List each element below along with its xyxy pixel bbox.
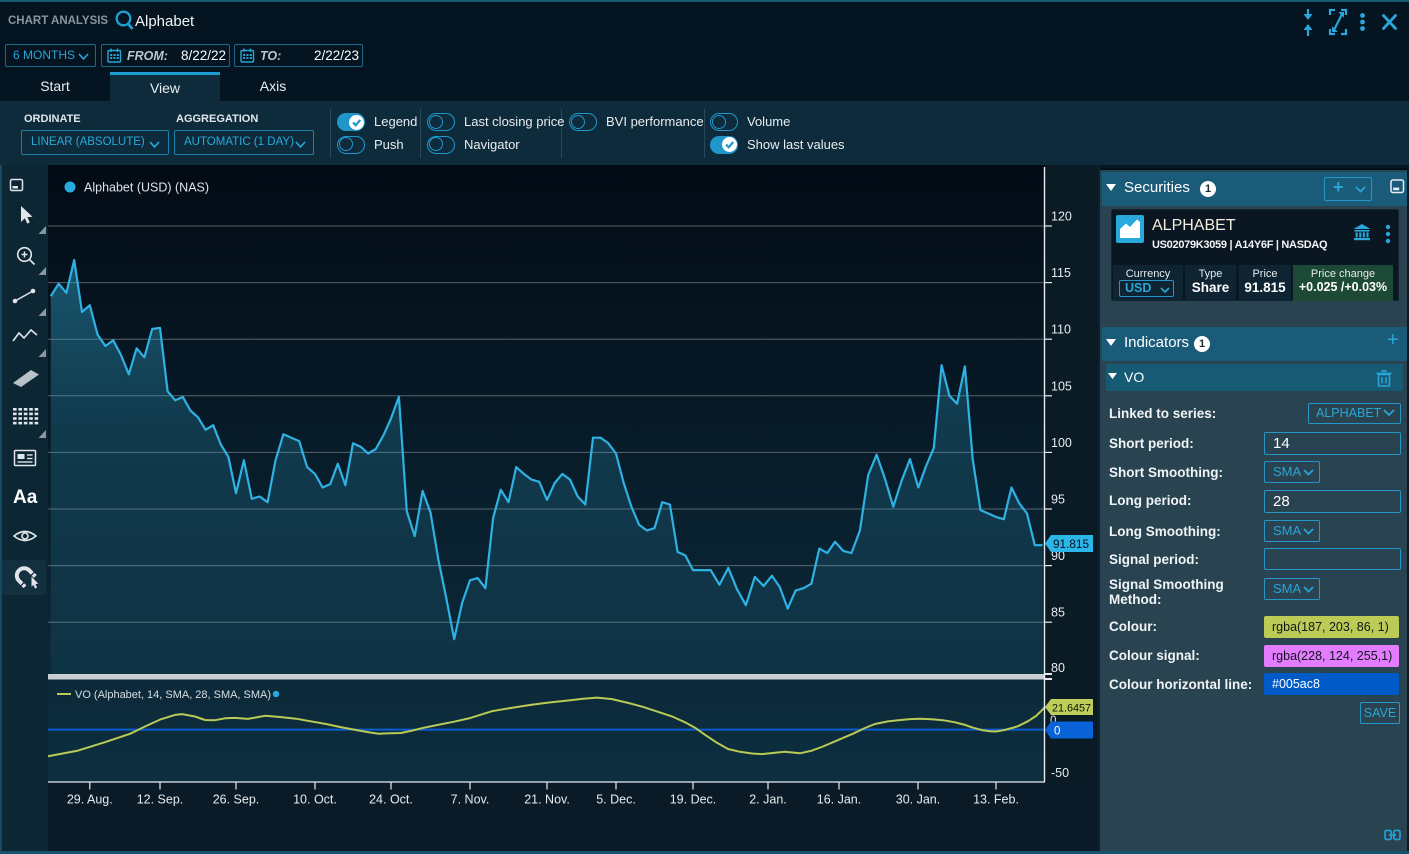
svg-text:19. Dec.: 19. Dec.: [670, 793, 717, 807]
svg-text:-50: -50: [1051, 766, 1069, 780]
svg-text:29. Aug.: 29. Aug.: [67, 793, 113, 807]
svg-text:91.815: 91.815: [1053, 539, 1089, 551]
svg-text:VO (Alphabet, 14, SMA, 28, SMA: VO (Alphabet, 14, SMA, 28, SMA, SMA): [75, 689, 271, 701]
svg-text:2. Jan.: 2. Jan.: [749, 793, 787, 807]
svg-text:16. Jan.: 16. Jan.: [817, 793, 861, 807]
svg-text:80: 80: [1051, 661, 1065, 675]
svg-text:Alphabet (USD) (NAS): Alphabet (USD) (NAS): [84, 181, 209, 195]
svg-text:10. Oct.: 10. Oct.: [293, 793, 337, 807]
svg-text:105: 105: [1051, 379, 1072, 393]
svg-text:21.6457: 21.6457: [1052, 703, 1091, 715]
svg-text:100: 100: [1051, 436, 1072, 450]
svg-text:85: 85: [1051, 606, 1065, 620]
svg-text:7. Nov.: 7. Nov.: [451, 793, 490, 807]
svg-text:21. Nov.: 21. Nov.: [524, 793, 570, 807]
svg-text:13. Feb.: 13. Feb.: [973, 793, 1019, 807]
svg-text:0: 0: [1054, 726, 1060, 738]
svg-text:Aa: Aa: [13, 487, 38, 508]
svg-text:110: 110: [1051, 323, 1071, 337]
svg-text:115: 115: [1051, 266, 1071, 280]
svg-text:24. Oct.: 24. Oct.: [369, 793, 413, 807]
svg-text:5. Dec.: 5. Dec.: [596, 793, 636, 807]
svg-text:120: 120: [1051, 210, 1072, 224]
svg-text:12. Sep.: 12. Sep.: [137, 793, 184, 807]
svg-text:95: 95: [1051, 493, 1065, 507]
svg-text:30. Jan.: 30. Jan.: [896, 793, 940, 807]
svg-text:26. Sep.: 26. Sep.: [213, 793, 260, 807]
